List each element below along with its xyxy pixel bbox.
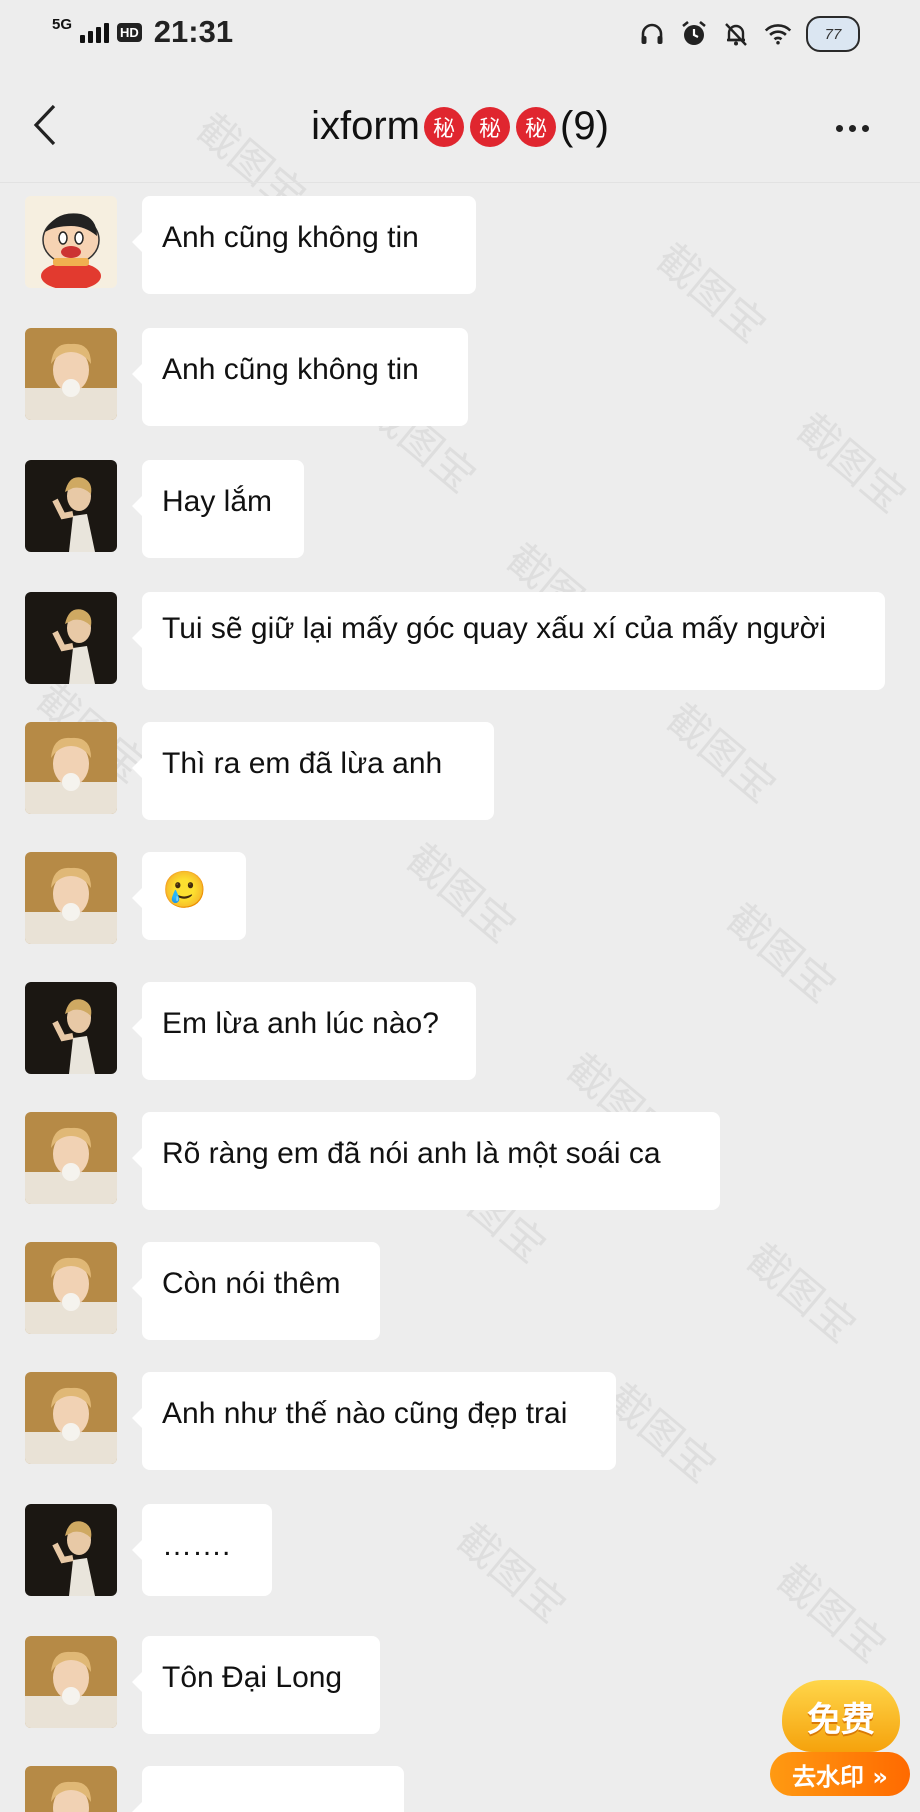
blond-avatar-icon	[25, 1766, 117, 1812]
avatar[interactable]	[25, 1504, 117, 1596]
avatar[interactable]	[25, 722, 117, 814]
free-label: 免费	[782, 1680, 900, 1752]
message-bubble[interactable]: Em lừa anh lúc nào?	[132, 982, 476, 1080]
mute-icon	[722, 20, 750, 48]
avatar[interactable]	[25, 1112, 117, 1204]
cartoon-avatar-icon	[25, 196, 117, 288]
message: Thì ra em đã lừa anh	[0, 722, 920, 822]
avatar[interactable]	[25, 592, 117, 684]
message-bubble[interactable]: Thì ra em đã lừa anh	[132, 722, 494, 820]
secret-badge: 秘	[424, 106, 464, 147]
remove-watermark-label: 去水印 »	[770, 1752, 910, 1796]
avatar[interactable]	[25, 1372, 117, 1464]
message-bubble[interactable]: Tui sẽ giữ lại mấy góc quay xấu xí của m…	[132, 592, 885, 690]
dark-avatar-icon	[25, 982, 117, 1074]
blond-avatar-icon	[25, 1636, 117, 1728]
message-bubble[interactable]: Anh cũng không tin	[132, 196, 476, 294]
message-text: Rõ ràng em đã nói anh là một soái ca	[162, 1137, 661, 1170]
message-bubble[interactable]: Anh như thế nào cũng đẹp trai	[132, 1372, 616, 1470]
message: Còn nói thêm	[0, 1242, 920, 1342]
avatar[interactable]	[25, 460, 117, 552]
message: Tui sẽ giữ lại mấy góc quay xấu xí của m…	[0, 592, 920, 702]
emoji: 🥲	[162, 869, 207, 910]
headphones-icon	[638, 20, 666, 48]
avatar[interactable]	[25, 1636, 117, 1728]
hd-badge: HD	[117, 22, 142, 42]
message-text: Tôn Đại Long	[162, 1661, 343, 1694]
message-text: Em lừa anh lúc nào?	[162, 1007, 439, 1040]
message: Em lừa anh lúc nào?	[0, 982, 920, 1082]
message-bubble[interactable]: Rõ ràng em đã nói anh là một soái ca	[132, 1112, 720, 1210]
avatar[interactable]	[25, 1766, 117, 1812]
blond-avatar-icon	[25, 1372, 117, 1464]
message: Hay lắm	[0, 460, 920, 560]
avatar[interactable]	[25, 328, 117, 420]
blond-avatar-icon	[25, 852, 117, 944]
message-bubble[interactable]: Hay lắm	[132, 460, 304, 558]
avatar[interactable]	[25, 196, 117, 288]
blond-avatar-icon	[25, 1112, 117, 1204]
dark-avatar-icon	[25, 460, 117, 552]
battery-icon: 77	[806, 16, 860, 52]
avatar[interactable]	[25, 852, 117, 944]
message-text: Anh cũng không tin	[162, 353, 419, 386]
remove-watermark-button[interactable]: 免费 去水印 »	[770, 1680, 910, 1798]
blond-avatar-icon	[25, 1242, 117, 1334]
alarm-icon	[680, 20, 708, 48]
message-text: Còn nói thêm	[162, 1267, 341, 1300]
message-bubble[interactable]: …….	[132, 1504, 272, 1596]
chat-header: ixform 秘 秘 秘 (9)	[0, 70, 920, 183]
secret-badge: 秘	[516, 106, 556, 147]
member-count: (9)	[560, 104, 609, 148]
message: 🥲	[0, 852, 920, 952]
message: Anh cũng không tin	[0, 196, 920, 296]
message-bubble[interactable]: Còn nói thêm	[132, 1242, 380, 1340]
message-text: Hay lắm	[162, 485, 273, 518]
message-bubble[interactable]: Tôn Đại Long	[132, 1636, 380, 1734]
message-bubble[interactable]: Anh cũng không tin	[132, 328, 468, 426]
more-dots-icon[interactable]	[836, 118, 880, 138]
message-text: Tui sẽ giữ lại mấy góc quay xấu xí của m…	[162, 612, 827, 645]
message: Rõ ràng em đã nói anh là một soái ca	[0, 1112, 920, 1212]
dark-avatar-icon	[25, 1504, 117, 1596]
dark-avatar-icon	[25, 592, 117, 684]
message-text: Anh cũng không tin	[162, 221, 419, 254]
status-bar: 5G HD 21:31 77	[0, 0, 920, 70]
message-bubble[interactable]	[132, 1766, 404, 1812]
message-text: Thì ra em đã lừa anh	[162, 747, 443, 780]
message-bubble[interactable]: 🥲	[132, 852, 246, 940]
secret-badge: 秘	[470, 106, 510, 147]
chat-title: ixform 秘 秘 秘 (9)	[0, 104, 920, 149]
message: Anh cũng không tin	[0, 328, 920, 428]
avatar[interactable]	[25, 982, 117, 1074]
message: Anh như thế nào cũng đẹp trai	[0, 1372, 920, 1472]
message-text: …….	[162, 1529, 231, 1562]
signal-icon	[80, 21, 110, 43]
blond-avatar-icon	[25, 722, 117, 814]
network-type: 5G	[52, 15, 73, 33]
avatar[interactable]	[25, 1242, 117, 1334]
clock: 21:31	[153, 14, 234, 49]
message-text: Anh như thế nào cũng đẹp trai	[162, 1397, 568, 1430]
message: …….	[0, 1504, 920, 1604]
blond-avatar-icon	[25, 328, 117, 420]
wifi-icon	[764, 20, 792, 48]
chat-name: ixform	[311, 104, 420, 148]
